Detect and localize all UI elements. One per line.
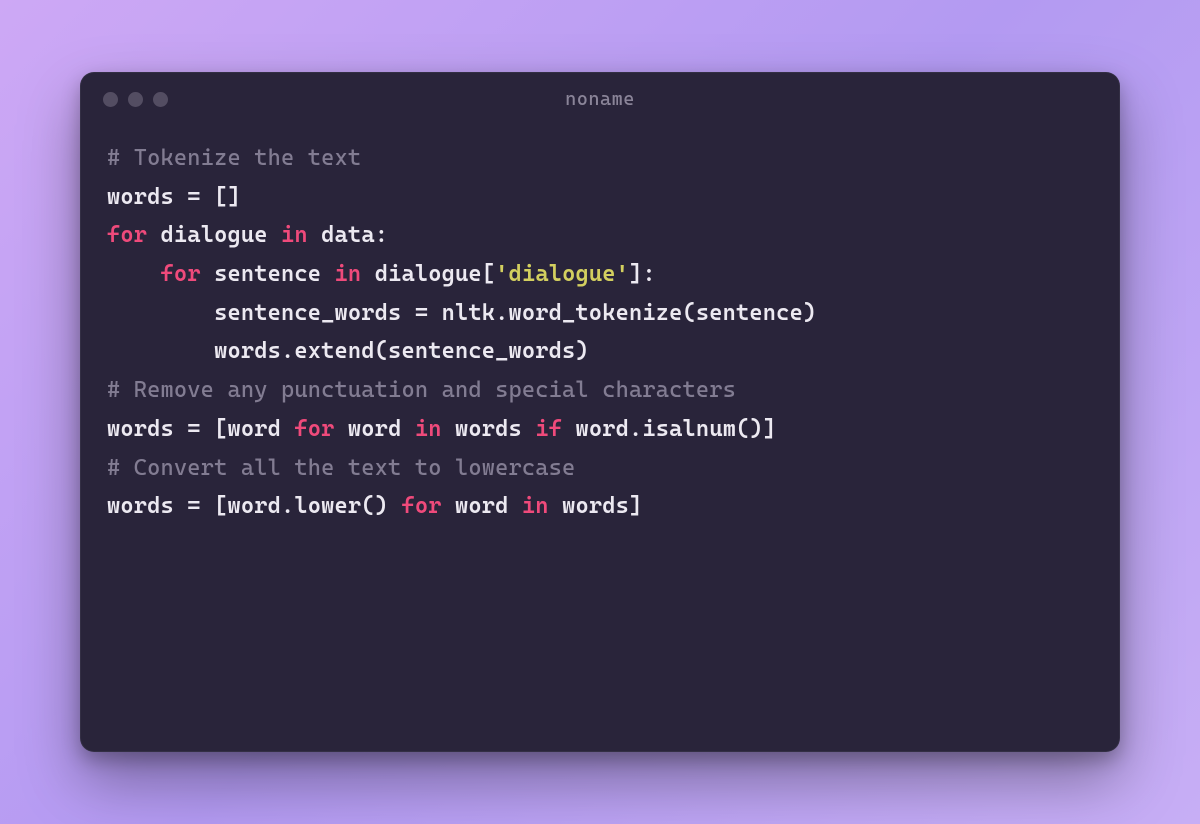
code-text: words.extend(sentence_words) [107, 338, 589, 364]
code-string: 'dialogue' [495, 261, 629, 287]
code-text: words = [] [107, 184, 241, 210]
code-text [107, 261, 161, 287]
code-keyword: in [522, 493, 549, 519]
code-text: word.isalnum()] [562, 416, 776, 442]
code-text: words [442, 416, 536, 442]
code-keyword: in [415, 416, 442, 442]
code-keyword: if [535, 416, 562, 442]
titlebar: noname [81, 73, 1119, 125]
code-comment: # Convert all the text to lowercase [107, 455, 575, 481]
code-keyword: for [161, 261, 201, 287]
close-icon[interactable] [103, 92, 118, 107]
code-keyword: for [294, 416, 334, 442]
code-comment: # Tokenize the text [107, 145, 361, 171]
code-comment: # Remove any punctuation and special cha… [107, 377, 736, 403]
traffic-lights [103, 92, 168, 107]
code-keyword: for [107, 222, 147, 248]
code-text: words] [549, 493, 643, 519]
code-area[interactable]: # Tokenize the text words = [] for dialo… [81, 125, 1119, 552]
maximize-icon[interactable] [153, 92, 168, 107]
code-text: data: [308, 222, 388, 248]
code-text: words = [word [107, 416, 294, 442]
window-title: noname [81, 88, 1119, 110]
code-text: ]: [629, 261, 656, 287]
code-text: word [442, 493, 522, 519]
code-text: sentence_words = nltk.word_tokenize(sent… [107, 300, 816, 326]
code-keyword: for [401, 493, 441, 519]
minimize-icon[interactable] [128, 92, 143, 107]
code-keyword: in [335, 261, 362, 287]
editor-window: noname # Tokenize the text words = [] fo… [80, 72, 1120, 752]
code-text: dialogue[ [361, 261, 495, 287]
code-text: word [335, 416, 415, 442]
code-text: words = [word.lower() [107, 493, 401, 519]
code-text: sentence [201, 261, 335, 287]
code-keyword: in [281, 222, 308, 248]
code-text: dialogue [147, 222, 281, 248]
